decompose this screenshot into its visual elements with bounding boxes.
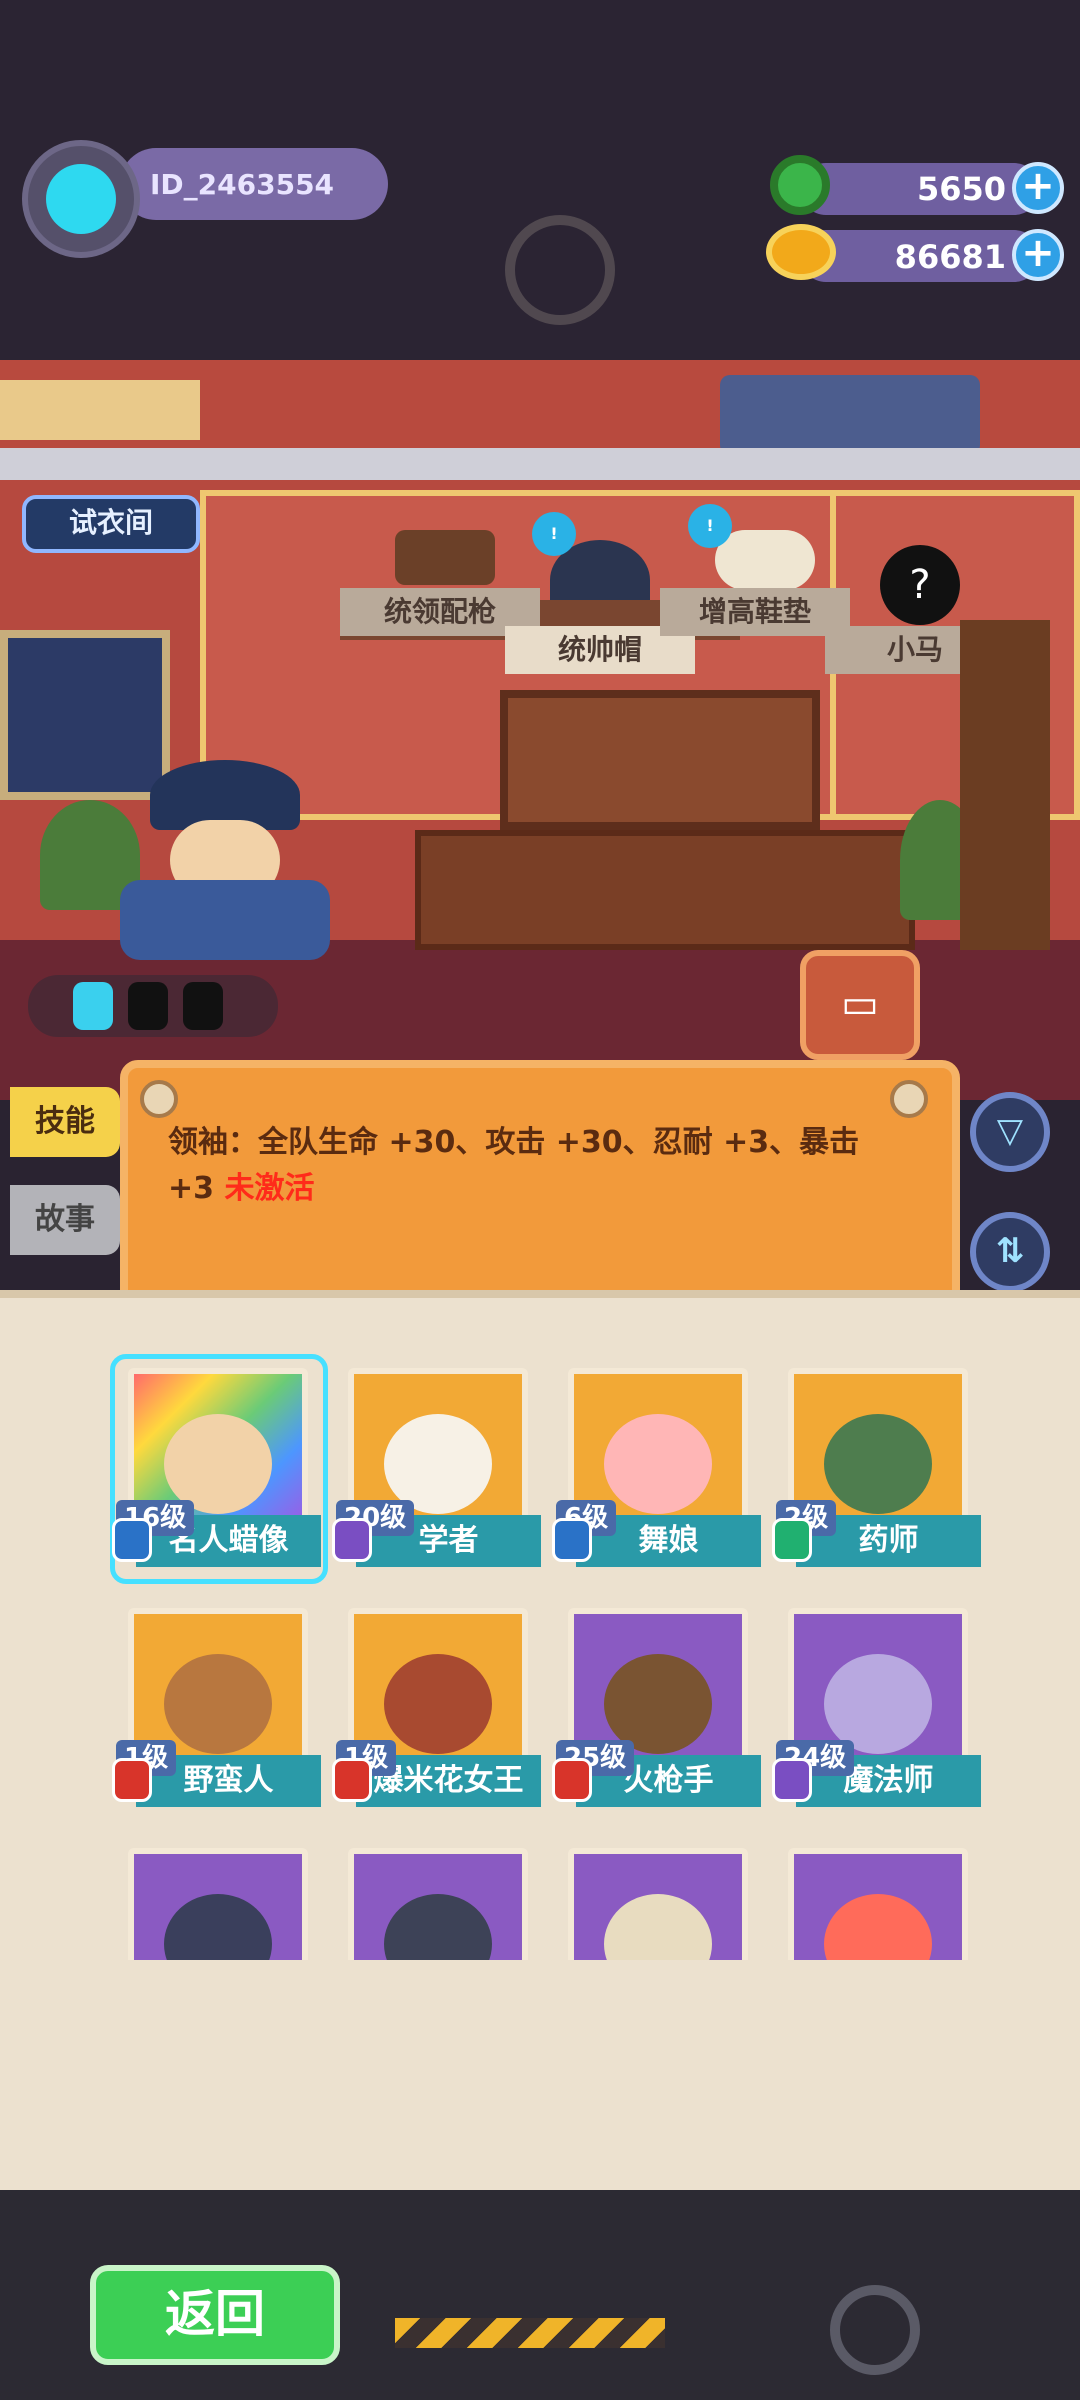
alert-icon: ! [532,512,576,556]
character-face [604,1894,712,1960]
back-button-label: 返回 [165,2285,265,2343]
shelf-label-insole: 增高鞋垫 [660,588,850,636]
class-badge-icon [112,1758,152,1802]
character-card-2[interactable]: 舞娘 6级 [552,1360,761,1575]
character-face [824,1654,932,1754]
coin-count: 86681 [894,238,1006,276]
character-card-8[interactable] [116,1840,321,1960]
class-badge-icon [332,1758,372,1802]
character-face [604,1414,712,1514]
empty-chip-slot [128,982,168,1030]
character-body [120,880,330,960]
add-donut-button[interactable]: + [1012,162,1064,214]
character-face [384,1414,492,1514]
character-card-9[interactable] [336,1840,541,1960]
pin-icon [140,1080,178,1118]
back-button[interactable]: 返回 [90,2265,340,2365]
class-badge-icon [772,1518,812,1562]
portrait [348,1848,528,1960]
fitting-room-button[interactable]: 试衣间 [22,495,200,553]
hair-cabinet[interactable] [500,690,820,830]
character-face [824,1414,932,1514]
tab-skill-label: 技能 [35,1104,95,1139]
fitting-room-label: 试衣间 [68,506,153,539]
character-card-7[interactable]: 魔法师 24级 [772,1600,981,1815]
character-card-3[interactable]: 药师 2级 [772,1360,981,1575]
player-avatar[interactable] [22,140,140,258]
character-face [604,1654,712,1754]
tab-story[interactable]: 故事 [10,1185,120,1255]
class-badge-icon [552,1758,592,1802]
portrait [128,1848,308,1960]
shelf-ledge [0,448,1080,480]
lightning-chip-icon [73,982,113,1030]
ceiling-fan-icon [505,215,615,325]
skill-status: 未激活 [224,1171,315,1206]
alert-icon: ! [688,504,732,548]
pin-icon [890,1080,928,1118]
tab-story-label: 故事 [35,1202,95,1237]
character-face [824,1894,932,1960]
character-face [384,1894,492,1960]
class-badge-icon [552,1518,592,1562]
empty-chip-slot [183,982,223,1030]
desk [415,830,915,950]
skill-chip-row [28,975,278,1037]
tab-skill[interactable]: 技能 [10,1087,120,1157]
portrait [568,1848,748,1960]
ghost-panel [720,375,980,455]
shoe-insole-icon[interactable] [715,530,815,590]
unknown-pony-icon[interactable]: ? [880,545,960,625]
player-id: ID_2463554 [150,168,335,201]
character-card-6[interactable]: 火枪手 25级 [552,1600,761,1815]
portrait [788,1848,968,1960]
skill-description: 领袖：全队生命 +30、攻击 +30、忍耐 +3、暴击 +3 未激活 [168,1120,908,1212]
character-avatar[interactable] [110,760,340,960]
character-face [164,1654,272,1754]
character-card-0[interactable]: 名人蜡像 16级 [110,1354,328,1584]
donut-count: 5650 [916,170,1006,208]
class-badge-icon [332,1518,372,1562]
filter-button[interactable]: ▽ [970,1092,1050,1172]
cat-avatar-icon [46,164,116,234]
notes-button[interactable]: ▭ [800,950,920,1060]
character-card-11[interactable] [776,1840,981,1960]
sort-button[interactable]: ⇅ [970,1212,1050,1292]
character-face [164,1894,272,1960]
class-badge-icon [112,1518,152,1562]
class-badge-icon [772,1758,812,1802]
character-face [164,1414,272,1514]
blurred-footnote [220,2012,980,2048]
character-card-5[interactable]: 爆米花女王 1级 [332,1600,541,1815]
character-card-10[interactable] [556,1840,761,1960]
coat-rack-icon [960,620,1050,950]
vent-panel [0,380,200,440]
character-face [384,1654,492,1754]
gear-icon [830,2285,920,2375]
character-card-1[interactable]: 学者 20级 [332,1360,541,1575]
character-card-4[interactable]: 野蛮人 1级 [112,1600,321,1815]
hazard-stripe [395,2318,665,2348]
pistol-icon[interactable] [395,530,495,585]
add-coin-button[interactable]: + [1012,229,1064,281]
